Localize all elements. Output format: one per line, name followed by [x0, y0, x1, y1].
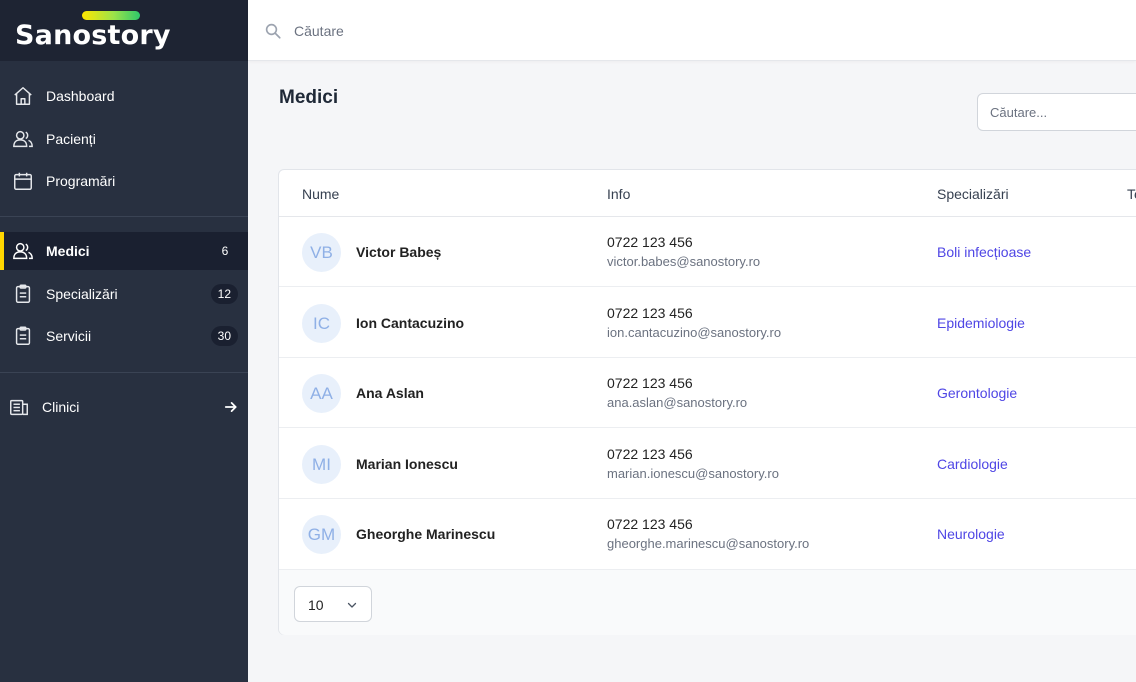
doctor-email: gheorghe.marinescu@sanostory.ro [607, 536, 810, 551]
doctor-email: ana.aslan@sanostory.ro [607, 395, 748, 410]
doctor-email: ion.cantacuzino@sanostory.ro [607, 325, 782, 340]
doctor-phone: 0722 123 456 [607, 446, 693, 462]
sidebar-item-label: Medici [46, 243, 90, 259]
page-title: Medici [279, 87, 339, 108]
brand-header: Sanostory [0, 0, 248, 61]
sidebar-item-pacienti[interactable]: Pacienți [0, 120, 248, 158]
doctor-name[interactable]: Ion Cantacuzino [356, 315, 464, 331]
page-size-value: 10 [308, 597, 324, 613]
sidebar-item-specializari[interactable]: Specializări 12 [0, 275, 248, 313]
active-indicator [0, 232, 4, 270]
home-icon [14, 87, 32, 105]
brand-logo-bar [82, 11, 140, 20]
doctor-phone: 0722 123 456 [607, 234, 693, 250]
table-header: Nume Info Specializări Te [279, 170, 1136, 217]
avatar: AA [302, 374, 341, 413]
avatar: VB [302, 233, 341, 272]
global-search-input[interactable] [294, 20, 694, 42]
table-search-input[interactable] [977, 93, 1136, 131]
specialization-link[interactable]: Boli infecțioase [937, 244, 1031, 260]
doctor-email: marian.ionescu@sanostory.ro [607, 466, 779, 481]
sidebar-item-dashboard[interactable]: Dashboard [0, 77, 248, 115]
table-row[interactable]: IC Ion Cantacuzino 0722 123 456 ion.cant… [279, 288, 1136, 358]
users-icon [13, 242, 33, 260]
table-row[interactable]: GM Gheorghe Marinescu 0722 123 456 gheor… [279, 499, 1136, 569]
doctor-email: victor.babes@sanostory.ro [607, 254, 761, 269]
sidebar-item-medici[interactable]: Medici 6 [0, 232, 248, 270]
building-icon [10, 399, 28, 416]
column-header-specializari[interactable]: Specializări [937, 186, 1009, 202]
count-badge: 12 [210, 284, 238, 304]
sidebar: Sanostory Dashboard Pacienți Programări … [0, 0, 248, 682]
sidebar-item-label: Specializări [46, 286, 118, 302]
doctor-name[interactable]: Ana Aslan [356, 385, 424, 401]
doctor-name[interactable]: Victor Babeș [356, 244, 441, 260]
avatar: MI [302, 445, 341, 484]
table-row[interactable]: AA Ana Aslan 0722 123 456 ana.aslan@sano… [279, 358, 1136, 428]
table-footer [279, 569, 1136, 635]
specialization-link[interactable]: Epidemiologie [937, 315, 1025, 331]
arrow-right-icon[interactable] [224, 400, 238, 414]
doctor-phone: 0722 123 456 [607, 305, 693, 321]
doctor-name[interactable]: Marian Ionescu [356, 456, 458, 472]
sidebar-item-label: Dashboard [46, 88, 115, 104]
table-row[interactable]: MI Marian Ionescu 0722 123 456 marian.io… [279, 429, 1136, 499]
specialization-link[interactable]: Gerontologie [937, 385, 1017, 401]
count-badge: 6 [221, 244, 229, 258]
doctor-phone: 0722 123 456 [607, 516, 693, 532]
count-badge: 30 [210, 326, 238, 346]
chevron-down-icon [347, 602, 357, 608]
avatar: IC [302, 304, 341, 343]
column-header-info[interactable]: Info [607, 186, 630, 202]
column-header-truncated[interactable]: Te [1127, 186, 1136, 202]
specialization-link[interactable]: Neurologie [937, 526, 1005, 542]
users-icon [13, 130, 33, 148]
column-header-nume[interactable]: Nume [302, 186, 339, 202]
sidebar-divider [0, 372, 248, 373]
table-row[interactable]: VB Victor Babeș 0722 123 456 victor.babe… [279, 217, 1136, 287]
specialization-link[interactable]: Cardiologie [937, 456, 1008, 472]
sidebar-item-servicii[interactable]: Servicii 30 [0, 317, 248, 355]
doctor-name[interactable]: Gheorghe Marinescu [356, 526, 495, 542]
calendar-icon [14, 172, 32, 190]
sidebar-item-programari[interactable]: Programări [0, 162, 248, 200]
page-size-select[interactable]: 10 [294, 586, 372, 622]
sidebar-item-label: Clinici [42, 399, 80, 415]
search-icon [265, 23, 281, 39]
avatar: GM [302, 515, 341, 554]
doctors-table-card: Nume Info Specializări Te VB Victor Babe… [278, 169, 1136, 635]
clipboard-icon [15, 326, 31, 345]
topbar [248, 0, 1136, 61]
sidebar-divider [0, 216, 248, 217]
brand-logo[interactable]: Sanostory [15, 20, 171, 51]
sidebar-item-clinici[interactable]: Clinici [0, 388, 248, 426]
doctor-phone: 0722 123 456 [607, 375, 693, 391]
sidebar-item-label: Pacienți [46, 131, 96, 147]
sidebar-item-label: Programări [46, 173, 116, 189]
clipboard-icon [15, 284, 31, 303]
sidebar-item-label: Servicii [46, 328, 92, 344]
